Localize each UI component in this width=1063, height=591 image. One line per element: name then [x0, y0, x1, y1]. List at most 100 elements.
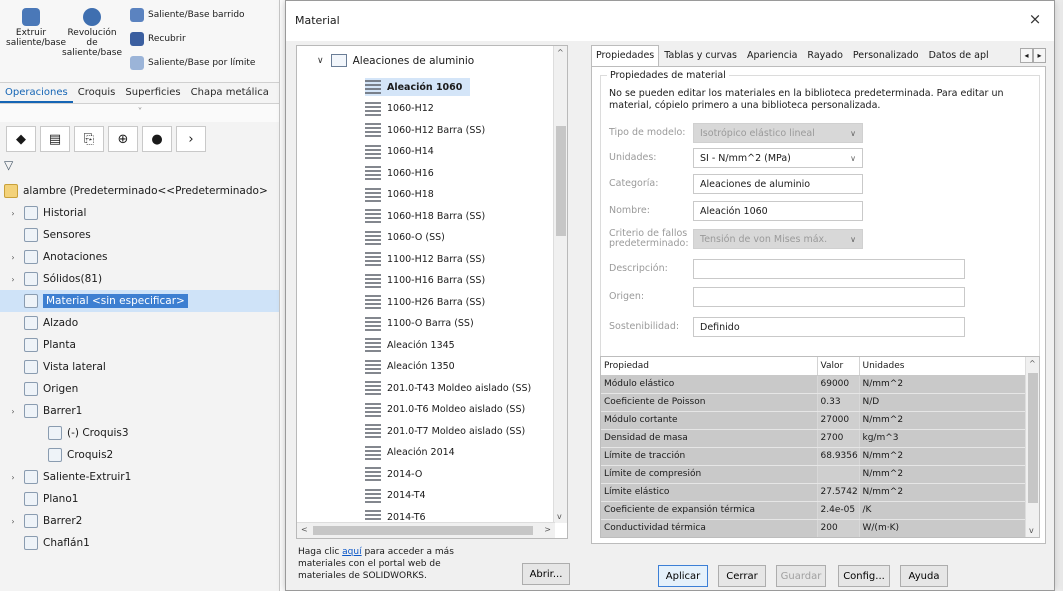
table-row[interactable]: Módulo cortante 27000 N/mm^2 — [601, 411, 1027, 430]
sweep-boss-button[interactable]: Saliente/Base barrido — [130, 8, 245, 22]
tree-item[interactable]: › Saliente-Extruir1 — [0, 466, 279, 488]
configuration-manager-icon[interactable]: ⎘ — [74, 126, 104, 152]
table-row[interactable]: Densidad de masa 2700 kg/m^3 — [601, 429, 1027, 448]
tab-operaciones[interactable]: Operaciones — [0, 83, 73, 103]
tree-item[interactable]: Alzado — [0, 312, 279, 334]
material-item[interactable]: 1060-H14 — [365, 143, 434, 161]
display-manager-icon[interactable]: ● — [142, 126, 172, 152]
help-button[interactable]: Ayuda — [900, 565, 948, 587]
material-item[interactable]: Aleación 1345 — [365, 336, 455, 354]
close-icon[interactable]: × — [1024, 9, 1046, 31]
property-manager-icon[interactable]: ▤ — [40, 126, 70, 152]
material-item[interactable]: 1100-O Barra (SS) — [365, 315, 474, 333]
table-row[interactable]: Coeficiente de expansión térmica 2.4e-05/… — [601, 501, 1027, 520]
description-field[interactable] — [693, 259, 965, 279]
chevron-down-icon[interactable]: ∨ — [317, 56, 324, 66]
material-item[interactable]: 1060-O (SS) — [365, 229, 445, 247]
material-item[interactable]: 2014-T4 — [365, 487, 426, 505]
loft-boss-button[interactable]: Recubrir — [130, 32, 186, 46]
tab-superficies[interactable]: Superficies — [120, 83, 185, 103]
material-item[interactable]: 201.0-T6 Moldeo aislado (SS) — [365, 401, 525, 419]
material-item[interactable]: 2014-O — [365, 465, 422, 483]
close-button[interactable]: Cerrar — [718, 565, 766, 587]
extrude-boss-button[interactable]: Extruir saliente/base — [6, 8, 66, 48]
tree-item[interactable]: › Anotaciones — [0, 246, 279, 268]
scroll-thumb[interactable] — [556, 126, 566, 236]
origin-field[interactable] — [693, 287, 965, 307]
material-item[interactable]: 1060-H18 Barra (SS) — [365, 207, 485, 225]
chevron-right-icon[interactable]: › — [8, 275, 18, 284]
material-item[interactable]: 1060-H18 — [365, 186, 434, 204]
tree-item[interactable]: Origen — [0, 378, 279, 400]
material-item[interactable]: 1100-H16 Barra (SS) — [365, 272, 485, 290]
chevron-right-icon[interactable]: › — [8, 209, 18, 218]
portal-link[interactable]: aquí — [342, 547, 361, 557]
open-button[interactable]: Abrir... — [522, 563, 570, 585]
tab-croquis[interactable]: Croquis — [73, 83, 121, 103]
tab-propiedades[interactable]: Propiedades — [591, 45, 660, 67]
chevron-right-icon[interactable]: ▸ — [1033, 48, 1046, 63]
material-item[interactable]: 201.0-T43 Moldeo aislado (SS) — [365, 379, 531, 397]
tree-item[interactable]: Plano1 — [0, 488, 279, 510]
tree-item[interactable]: Planta — [0, 334, 279, 356]
col-header-units[interactable]: Unidades — [859, 357, 1027, 376]
material-item[interactable]: 1100-H12 Barra (SS) — [365, 250, 485, 268]
tree-root[interactable]: alambre (Predeterminado<<Predeterminado> — [0, 180, 279, 202]
table-row[interactable]: Conductividad térmica 200 W/(m·K) — [601, 519, 1027, 537]
col-header-property[interactable]: Propiedad — [601, 357, 818, 376]
tab-apariencia[interactable]: Apariencia — [742, 45, 802, 67]
model-type-select[interactable]: Isotrópico elástico lineal ∨ — [693, 123, 863, 143]
material-library-tree[interactable]: ∨ Aleaciones de aluminio Aleación 1060 10… — [296, 45, 568, 539]
chevron-right-icon[interactable]: › — [8, 473, 18, 482]
library-folder[interactable]: ∨ Aleaciones de aluminio — [317, 54, 474, 67]
sustainability-field[interactable]: Definido — [693, 317, 965, 337]
scroll-thumb[interactable] — [1028, 373, 1038, 503]
tab-chapa[interactable]: Chapa metálica — [186, 83, 274, 103]
chevron-left-icon[interactable]: ◂ — [1020, 48, 1033, 63]
material-item[interactable]: 1100-H26 Barra (SS) — [365, 293, 485, 311]
table-row[interactable]: Límite de tracción 68.9356 N/mm^2 — [601, 447, 1027, 466]
dialog-titlebar[interactable]: Material × — [286, 1, 1054, 41]
material-item[interactable]: 1060-H12 — [365, 100, 434, 118]
vertical-scrollbar[interactable]: ^ v — [1025, 357, 1039, 537]
material-item[interactable]: 1060-H16 — [365, 164, 434, 182]
table-row[interactable]: Límite elástico 27.5742 N/mm^2 — [601, 483, 1027, 502]
config-button[interactable]: Config... — [838, 565, 890, 587]
tab-datos-apl[interactable]: Datos de apl — [924, 45, 994, 67]
tree-item[interactable]: Material <sin especificar> — [0, 290, 279, 312]
material-item[interactable]: 1060-H12 Barra (SS) — [365, 121, 485, 139]
boundary-boss-button[interactable]: Saliente/Base por límite — [130, 56, 255, 70]
material-item[interactable]: Aleación 1350 — [365, 358, 455, 376]
tree-item[interactable]: › Sólidos(81) — [0, 268, 279, 290]
scroll-thumb[interactable] — [313, 526, 533, 535]
tab-rayado[interactable]: Rayado — [802, 45, 848, 67]
material-item[interactable]: 201.0-T7 Moldeo aislado (SS) — [365, 422, 525, 440]
dimxpert-icon[interactable]: ⊕ — [108, 126, 138, 152]
tab-tablas[interactable]: Tablas y curvas — [659, 45, 742, 67]
table-row[interactable]: Módulo elástico 69000 N/mm^2 — [601, 375, 1027, 394]
name-field[interactable]: Aleación 1060 — [693, 201, 863, 221]
feature-manager-icon[interactable]: ◆ — [6, 126, 36, 152]
horizontal-scrollbar[interactable]: < > — [297, 522, 555, 538]
tree-item[interactable]: › Historial — [0, 202, 279, 224]
filter-icon[interactable]: ▽ — [4, 158, 13, 172]
units-select[interactable]: SI - N/mm^2 (MPa) ∨ — [693, 148, 863, 168]
more-tabs-icon[interactable]: › — [176, 126, 206, 152]
tab-personalizado[interactable]: Personalizado — [848, 45, 924, 67]
chevron-right-icon[interactable]: › — [8, 253, 18, 262]
collapse-handle[interactable]: ˅ — [0, 104, 279, 122]
vertical-scrollbar[interactable]: ^ v — [553, 46, 567, 523]
col-header-value[interactable]: Valor — [817, 357, 860, 376]
chevron-right-icon[interactable]: › — [8, 517, 18, 526]
save-button[interactable]: Guardar — [776, 565, 826, 587]
criterion-select[interactable]: Tensión de von Mises máx. ∨ — [693, 229, 863, 249]
tree-item[interactable]: Sensores — [0, 224, 279, 246]
tree-item[interactable]: Vista lateral — [0, 356, 279, 378]
table-row[interactable]: Coeficiente de Poisson 0.33 N/D — [601, 393, 1027, 412]
tree-item[interactable]: Chaflán1 — [0, 532, 279, 554]
property-table[interactable]: Propiedad Valor Unidades Módulo elástico… — [600, 356, 1040, 538]
chevron-right-icon[interactable]: › — [8, 407, 18, 416]
table-row[interactable]: Límite de compresión N/mm^2 — [601, 465, 1027, 484]
revolve-boss-button[interactable]: Revolución de saliente/base — [62, 8, 122, 58]
material-item[interactable]: Aleación 2014 — [365, 444, 455, 462]
